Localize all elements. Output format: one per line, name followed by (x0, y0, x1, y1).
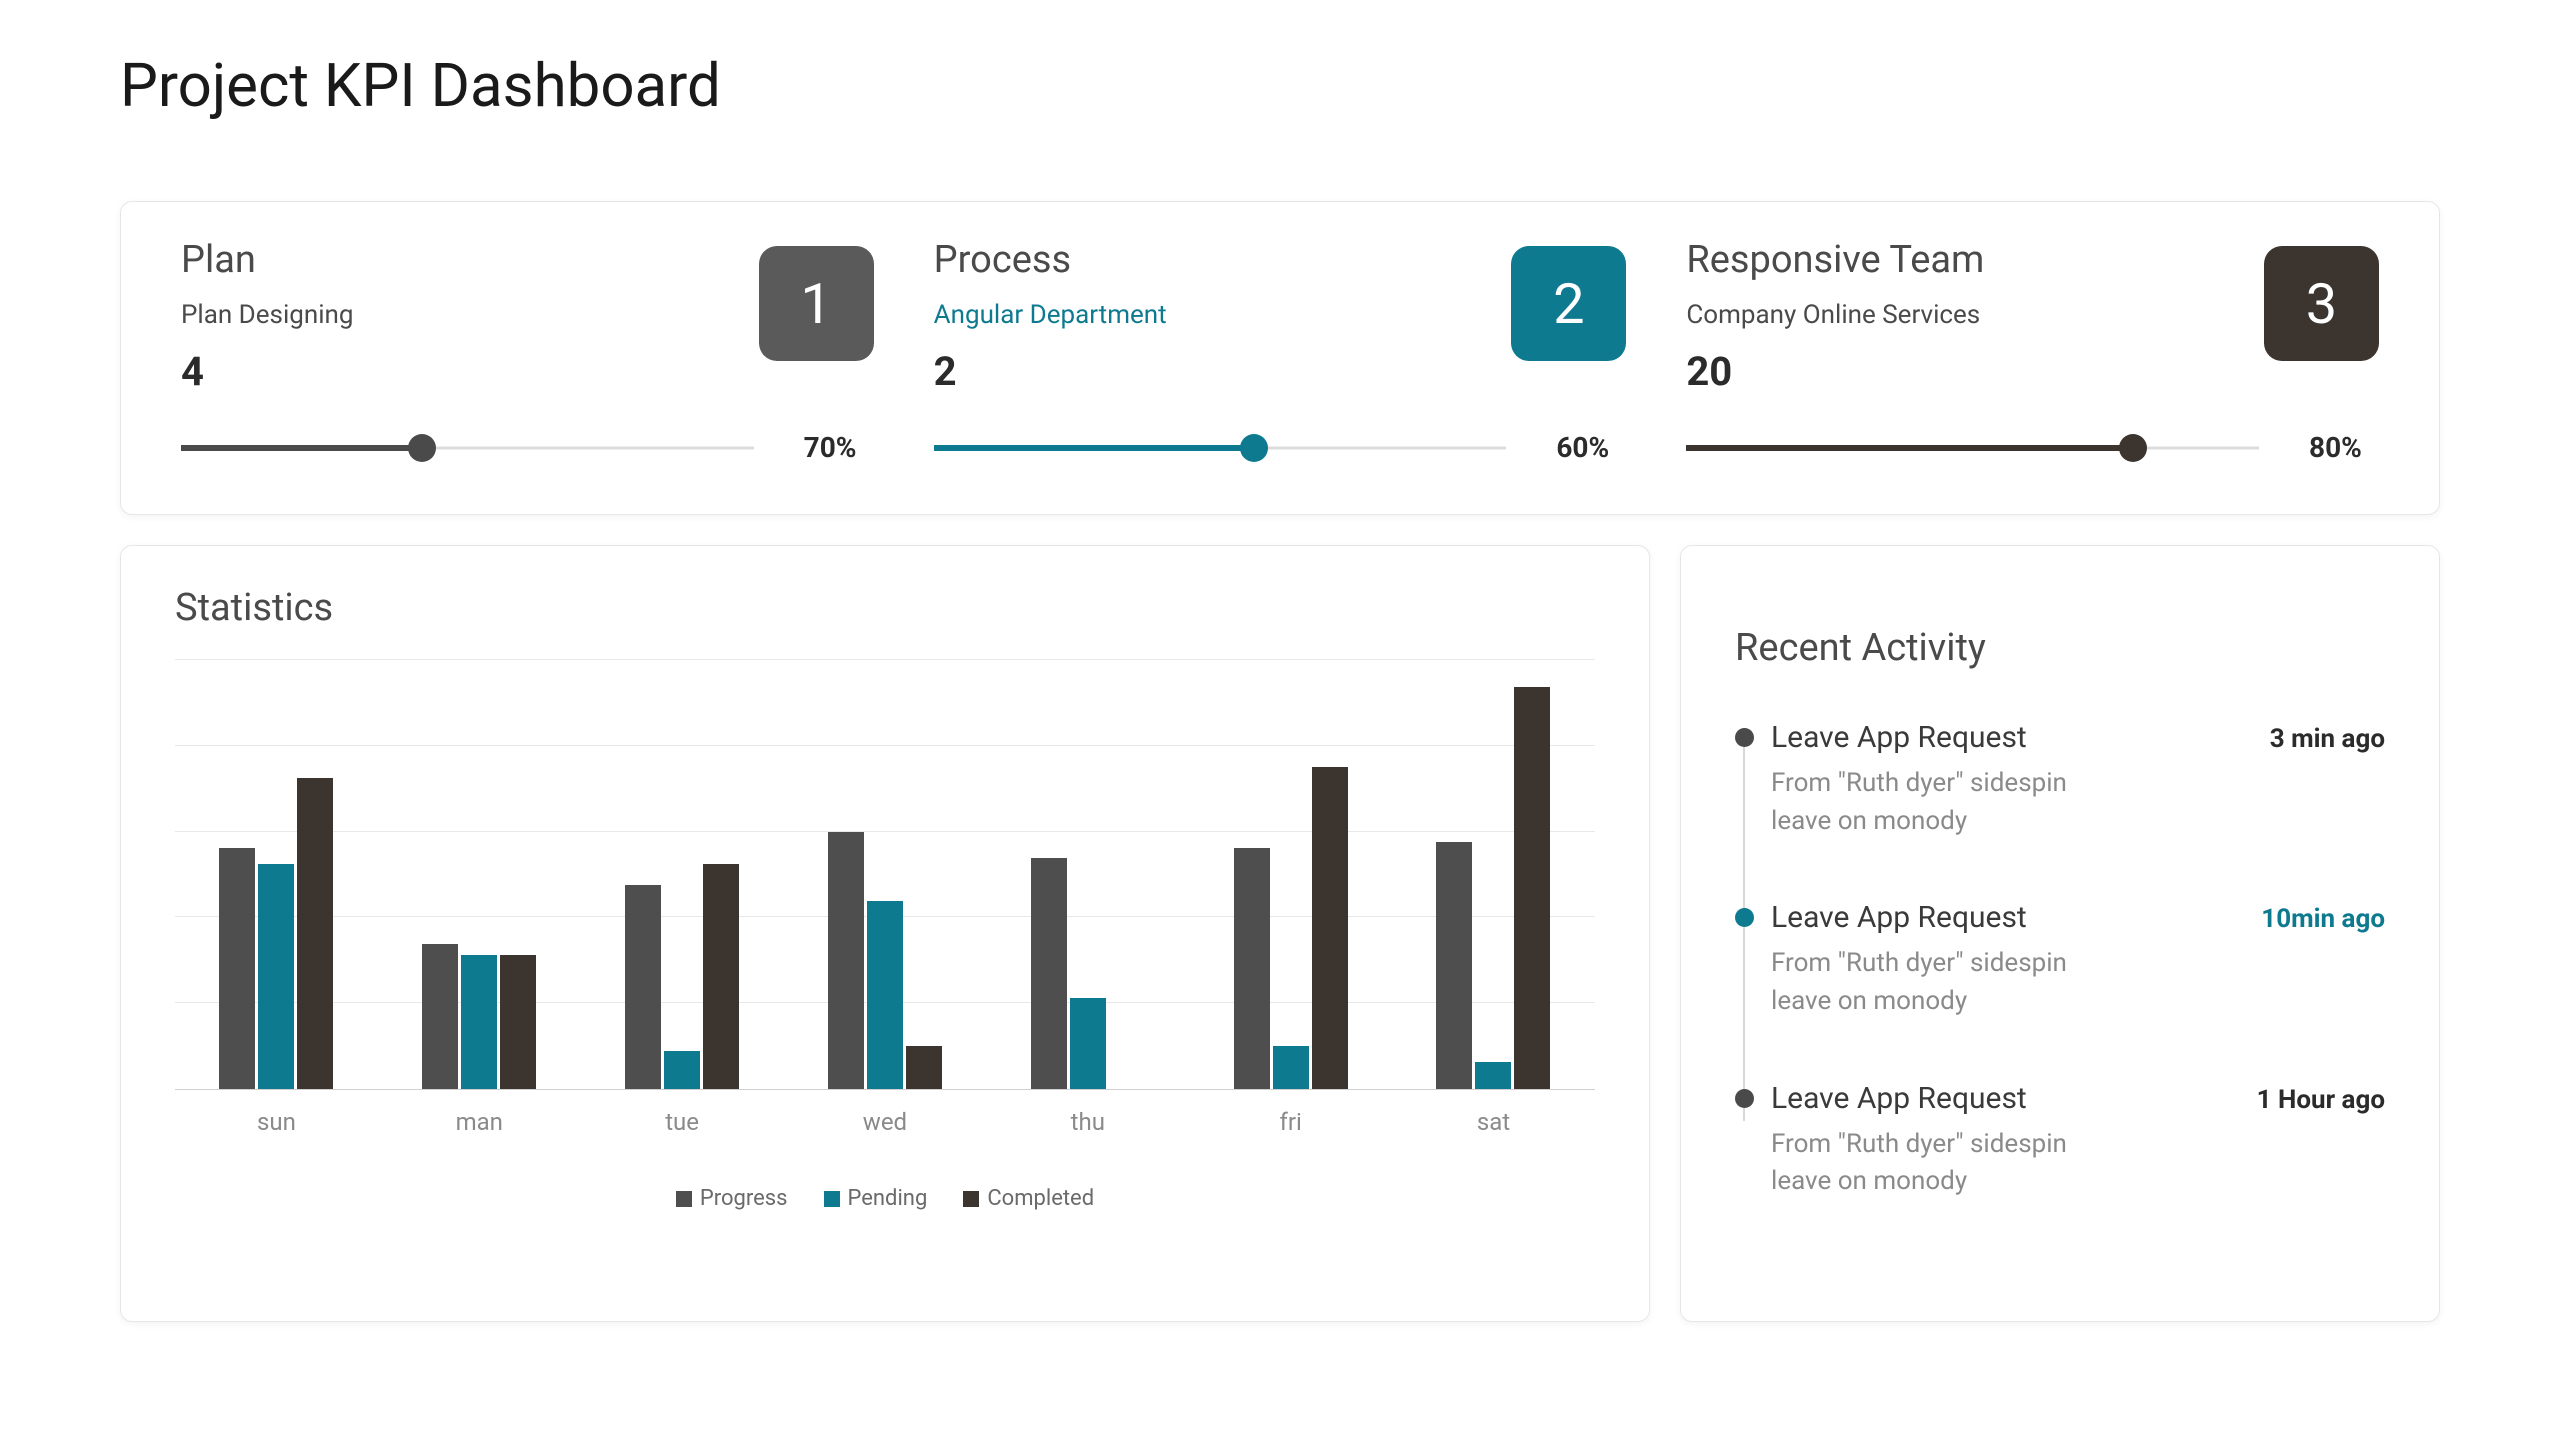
kpi-slider[interactable] (1686, 436, 2259, 460)
bar-completed (1312, 767, 1348, 1089)
bar-completed (297, 778, 333, 1089)
chart-legend: Progress Pending Completed (175, 1186, 1595, 1211)
statistics-card: Statistics sun man tue wed thu fri sat Progres… (120, 545, 1650, 1322)
kpi-3: Responsive Team Company Online Services … (1686, 238, 2379, 464)
bar-group-thu (1031, 660, 1145, 1089)
activity-item-title: Leave App Request (1771, 720, 2027, 755)
legend-label: Progress (700, 1186, 788, 1211)
kpi-slider[interactable] (181, 436, 754, 460)
kpi-value: 20 (1686, 348, 2264, 395)
statistics-chart: sun man tue wed thu fri sat Progress Pending Com… (175, 660, 1595, 1211)
activity-timeline: Leave App Request 3 min ago From "Ruth d… (1735, 720, 2385, 1201)
statistics-title: Statistics (175, 586, 1595, 630)
bar-group-sun (219, 660, 333, 1089)
bar-progress (1436, 842, 1472, 1089)
activity-item-desc: From "Ruth dyer" sidespin leave on monod… (1771, 1126, 2131, 1201)
activity-dot (1735, 1089, 1754, 1108)
legend-item-completed[interactable]: Completed (963, 1186, 1094, 1211)
kpi-title: Responsive Team (1686, 238, 2264, 282)
kpi-subtitle: Plan Designing (181, 300, 759, 330)
kpi-badge: 1 (759, 246, 874, 361)
recent-activity-title: Recent Activity (1735, 626, 2385, 670)
x-axis-label: wed (828, 1108, 942, 1136)
bar-pending (664, 1051, 700, 1089)
x-axis-label: tue (625, 1108, 739, 1136)
bar-completed (1514, 687, 1550, 1089)
activity-dot (1735, 728, 1754, 747)
x-axis-label: fri (1234, 1108, 1348, 1136)
page-title: Project KPI Dashboard (120, 50, 2440, 121)
activity-item[interactable]: Leave App Request 10min ago From "Ruth d… (1771, 900, 2385, 1020)
kpi-percent: 70% (804, 431, 874, 464)
bar-group-man (422, 660, 536, 1089)
bar-pending (258, 864, 294, 1089)
kpi-badge: 2 (1511, 246, 1626, 361)
bar-completed (500, 955, 536, 1089)
bar-progress (625, 885, 661, 1089)
bar-completed (703, 864, 739, 1089)
bar-progress (219, 848, 255, 1089)
legend-swatch (676, 1191, 692, 1207)
bar-group-sat (1436, 660, 1550, 1089)
activity-dot (1735, 908, 1754, 927)
activity-item-time: 1 Hour ago (2257, 1085, 2385, 1115)
bar-group-wed (828, 660, 942, 1089)
activity-item-desc: From "Ruth dyer" sidespin leave on monod… (1771, 765, 2131, 840)
bar-completed (906, 1046, 942, 1089)
legend-swatch (963, 1191, 979, 1207)
kpi-subtitle: Angular Department (934, 300, 1512, 330)
kpi-percent: 60% (1556, 431, 1626, 464)
bar-progress (828, 832, 864, 1089)
bar-pending (1273, 1046, 1309, 1089)
bar-progress (1234, 848, 1270, 1089)
kpi-percent: 80% (2309, 431, 2379, 464)
recent-activity-card: Recent Activity Leave App Request 3 min … (1680, 545, 2440, 1322)
activity-item[interactable]: Leave App Request 1 Hour ago From "Ruth … (1771, 1081, 2385, 1201)
kpi-2: Process Angular Department 2 2 60% (934, 238, 1627, 464)
legend-item-pending[interactable]: Pending (824, 1186, 928, 1211)
kpi-summary-card: Plan Plan Designing 4 1 70% Process Angu… (120, 201, 2440, 515)
activity-item-title: Leave App Request (1771, 900, 2027, 935)
legend-label: Pending (848, 1186, 928, 1211)
bar-progress (422, 944, 458, 1089)
kpi-value: 2 (934, 348, 1512, 395)
kpi-badge: 3 (2264, 246, 2379, 361)
legend-swatch (824, 1191, 840, 1207)
legend-item-progress[interactable]: Progress (676, 1186, 788, 1211)
kpi-title: Plan (181, 238, 759, 282)
kpi-value: 4 (181, 348, 759, 395)
kpi-1: Plan Plan Designing 4 1 70% (181, 238, 874, 464)
x-axis-label: sat (1436, 1108, 1550, 1136)
kpi-subtitle: Company Online Services (1686, 300, 2264, 330)
bar-pending (1070, 998, 1106, 1089)
bar-group-fri (1234, 660, 1348, 1089)
x-axis-label: man (422, 1108, 536, 1136)
activity-item-time: 10min ago (2261, 904, 2385, 934)
legend-label: Completed (987, 1186, 1094, 1211)
x-axis-label: thu (1031, 1108, 1145, 1136)
bar-pending (461, 955, 497, 1089)
activity-item[interactable]: Leave App Request 3 min ago From "Ruth d… (1771, 720, 2385, 840)
kpi-slider[interactable] (934, 436, 1507, 460)
activity-item-time: 3 min ago (2270, 724, 2385, 754)
bar-group-tue (625, 660, 739, 1089)
bar-pending (1475, 1062, 1511, 1089)
kpi-title: Process (934, 238, 1512, 282)
bar-progress (1031, 858, 1067, 1089)
activity-item-title: Leave App Request (1771, 1081, 2027, 1116)
x-axis-label: sun (219, 1108, 333, 1136)
bar-pending (867, 901, 903, 1089)
activity-item-desc: From "Ruth dyer" sidespin leave on monod… (1771, 945, 2131, 1020)
